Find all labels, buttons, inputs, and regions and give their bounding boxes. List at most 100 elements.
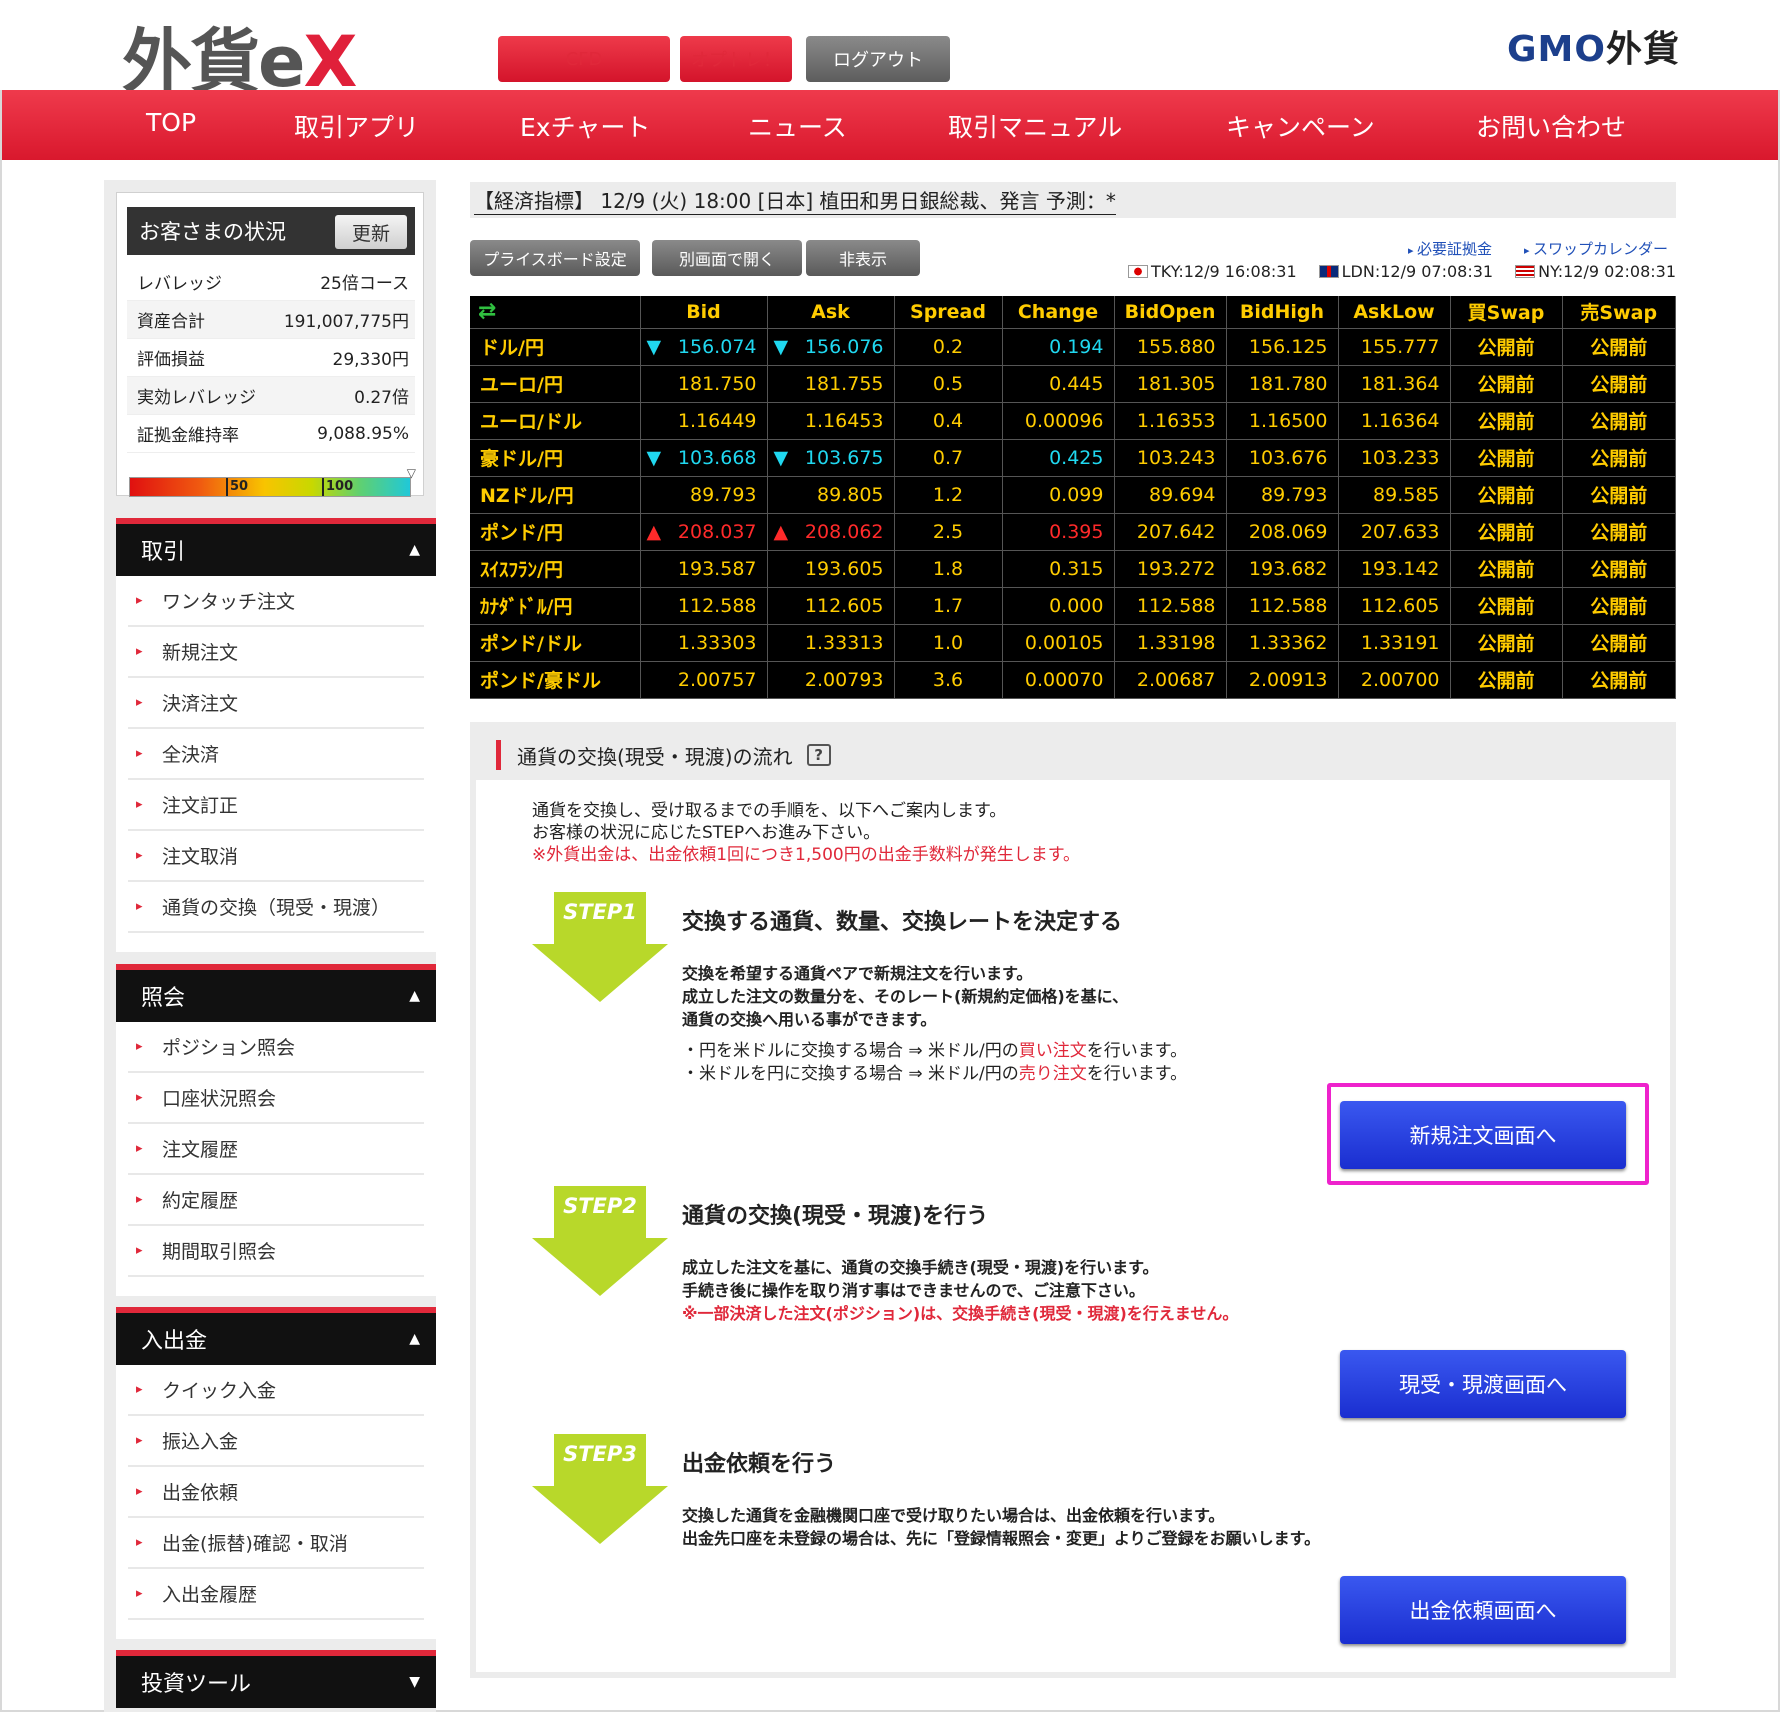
optore-button[interactable]: オプトレ！	[680, 36, 792, 82]
bidopen-cell: 1.33198	[1114, 624, 1227, 662]
logout-button[interactable]: ログアウト	[806, 36, 950, 82]
sidebar-item-currency-exchange[interactable]: 通貨の交換（現受・現渡）	[128, 882, 424, 933]
sidebar-item-withdrawal-confirm-cancel[interactable]: 出金(振替)確認・取消	[128, 1518, 424, 1569]
pair-name[interactable]: ドル/円	[470, 328, 641, 366]
buy-swap-cell: 公開前	[1450, 513, 1563, 551]
pair-name[interactable]: ユーロ/円	[470, 365, 641, 403]
nav-top[interactable]: TOP	[146, 108, 196, 137]
sidebar-section-inquiry[interactable]: 照会 ▲	[116, 964, 436, 1022]
sidebar-item-new-order[interactable]: 新規注文	[128, 627, 424, 678]
step1-title: 交換する通貨、数量、交換レートを決定する	[682, 910, 1123, 935]
hide-board-button[interactable]: 非表示	[806, 240, 920, 276]
sidebar-item-quick-deposit[interactable]: クイック入金	[128, 1365, 424, 1416]
bid-cell[interactable]: ▼ 156.074	[640, 328, 768, 366]
cfd-button[interactable]: CFD	[498, 36, 670, 82]
pair-name[interactable]: ｽｲｽﾌﾗﾝ/円	[470, 550, 641, 588]
bid-cell[interactable]: 1.33303	[640, 624, 768, 662]
sidebar-section-deposit-withdrawal[interactable]: 入出金 ▲	[116, 1307, 436, 1365]
bid-cell[interactable]: 1.16449	[640, 402, 768, 440]
sidebar-item-order-cancel[interactable]: 注文取消	[128, 831, 424, 882]
ask-cell[interactable]: 2.00793	[767, 661, 895, 699]
ask-cell[interactable]: 89.805	[767, 476, 895, 514]
buy-swap-cell: 公開前	[1450, 365, 1563, 403]
bid-cell[interactable]: ▼ 103.668	[640, 439, 768, 477]
price-row[interactable]: ドル/円 ▼ 156.074 ▼ 156.076 0.2 0.194 155.880 156.1…	[470, 328, 1676, 366]
sidebar-item-execution-history[interactable]: 約定履歴	[128, 1175, 424, 1226]
ask-cell[interactable]: 1.33313	[767, 624, 895, 662]
pair-name[interactable]: ユーロ/ドル	[470, 402, 641, 440]
pair-name[interactable]: ポンド/豪ドル	[470, 661, 641, 699]
genuke-genwatashi-screen-button[interactable]: 現受・現渡画面へ	[1340, 1350, 1626, 1418]
nav-campaign[interactable]: キャンペーン	[1226, 108, 1375, 144]
sidebar-item-account-status[interactable]: 口座状況照会	[128, 1073, 424, 1124]
spread-cell: 1.2	[894, 476, 1003, 514]
economic-indicator-ticker[interactable]: 【経済指標】 12/9 (火) 18:00 [日本] 植田和男日銀総裁、発言 予…	[470, 182, 1676, 218]
sidebar-item-withdrawal-request[interactable]: 出金依頼	[128, 1467, 424, 1518]
price-row[interactable]: ポンド/ドル 1.33303 1.33313 1.0 0.00105 1.33198 1.3…	[470, 624, 1676, 662]
ask-cell[interactable]: 1.16453	[767, 402, 895, 440]
pair-name[interactable]: ポンド/円	[470, 513, 641, 551]
stat-row-unrealized-pl: 評価損益 29,330円	[127, 339, 415, 377]
pair-name[interactable]: ポンド/ドル	[470, 624, 641, 662]
sidebar-section-investment-tools[interactable]: 投資ツール ▼	[116, 1650, 436, 1708]
sidebar-item-settlement-order[interactable]: 決済注文	[128, 678, 424, 729]
nav-trading-manual[interactable]: 取引マニュアル	[948, 108, 1122, 144]
price-row[interactable]: ユーロ/円 181.750 181.755 0.5 0.445 181.305 181.78…	[470, 365, 1676, 403]
withdrawal-request-screen-button[interactable]: 出金依頼画面へ	[1340, 1576, 1626, 1644]
sync-icon[interactable]: ⇄	[470, 296, 641, 329]
bidhigh-cell: 208.069	[1226, 513, 1339, 551]
refresh-button[interactable]: 更新	[335, 215, 407, 249]
price-row[interactable]: ユーロ/ドル 1.16449 1.16453 0.4 0.00096 1.16353 1.1…	[470, 402, 1676, 440]
nav-news[interactable]: ニュース	[748, 108, 847, 144]
price-change-arrow-icon: ▼	[646, 335, 662, 358]
required-margin-link[interactable]: 必要証拠金	[1408, 238, 1492, 259]
sidebar-item-settle-all[interactable]: 全決済	[128, 729, 424, 780]
bid-cell[interactable]: 2.00757	[640, 661, 768, 699]
sidebar-item-deposit-withdrawal-history[interactable]: 入出金履歴	[128, 1569, 424, 1620]
sidebar-item-one-touch-order[interactable]: ワンタッチ注文	[128, 576, 424, 627]
bidopen-cell: 181.305	[1114, 365, 1227, 403]
sell-swap-cell: 公開前	[1562, 587, 1676, 625]
sidebar-item-order-correction[interactable]: 注文訂正	[128, 780, 424, 831]
pair-name[interactable]: NZドル/円	[470, 476, 641, 514]
nav-ex-chart[interactable]: Exチャート	[520, 108, 650, 144]
bid-cell[interactable]: ▲ 208.037	[640, 513, 768, 551]
pair-name[interactable]: 豪ドル/円	[470, 439, 641, 477]
ask-cell[interactable]: 181.755	[767, 365, 895, 403]
step3-description: 交換した通貨を金融機関口座で受け取りたい場合は、出金依頼を行います。 出金先口座…	[682, 1506, 1321, 1548]
price-row[interactable]: ｶﾅﾀﾞﾄﾞﾙ/円 112.588 112.605 1.7 0.000 112.588 11…	[470, 587, 1676, 625]
price-row[interactable]: ｽｲｽﾌﾗﾝ/円 193.587 193.605 1.8 0.315 193.272 193…	[470, 550, 1676, 588]
price-board: ⇄ Bid Ask Spread Change BidOpen BidHigh …	[470, 296, 1676, 699]
ask-cell[interactable]: ▼ 103.675	[767, 439, 895, 477]
bid-cell[interactable]: 181.750	[640, 365, 768, 403]
sidebar-list-deposit-withdrawal: クイック入金 振込入金 出金依頼 出金(振替)確認・取消 入出金履歴	[116, 1365, 436, 1639]
sidebar-item-bank-transfer-deposit[interactable]: 振込入金	[128, 1416, 424, 1467]
ask-cell[interactable]: 193.605	[767, 550, 895, 588]
bid-cell[interactable]: 193.587	[640, 550, 768, 588]
price-board-settings-button[interactable]: プライスボード設定	[470, 240, 640, 276]
bidopen-cell: 155.880	[1114, 328, 1227, 366]
nav-contact[interactable]: お問い合わせ	[1476, 108, 1626, 144]
ask-cell[interactable]: 112.605	[767, 587, 895, 625]
sidebar-item-period-trade-inquiry[interactable]: 期間取引照会	[128, 1226, 424, 1277]
bid-cell[interactable]: 89.793	[640, 476, 768, 514]
step2-arrow-icon: STEP2	[532, 1186, 668, 1296]
open-new-window-button[interactable]: 別画面で開く	[652, 240, 802, 276]
price-row[interactable]: ポンド/円 ▲ 208.037 ▲ 208.062 2.5 0.395 207.642 208.…	[470, 513, 1676, 551]
ask-cell[interactable]: ▼ 156.076	[767, 328, 895, 366]
bid-cell[interactable]: 112.588	[640, 587, 768, 625]
sidebar-item-position-inquiry[interactable]: ポジション照会	[128, 1022, 424, 1073]
help-icon[interactable]: ?	[806, 744, 831, 766]
swap-calendar-link[interactable]: スワップカレンダー	[1524, 238, 1668, 259]
asklow-cell: 112.605	[1338, 587, 1451, 625]
pair-name[interactable]: ｶﾅﾀﾞﾄﾞﾙ/円	[470, 587, 641, 625]
sidebar-section-trading[interactable]: 取引 ▲	[116, 518, 436, 576]
price-row[interactable]: ポンド/豪ドル 2.00757 2.00793 3.6 0.00070 2.00687 2.…	[470, 661, 1676, 699]
price-row[interactable]: 豪ドル/円 ▼ 103.668 ▼ 103.675 0.7 0.425 103.243 103.…	[470, 439, 1676, 477]
ask-cell[interactable]: ▲ 208.062	[767, 513, 895, 551]
sidebar-item-order-history[interactable]: 注文履歴	[128, 1124, 424, 1175]
nav-trading-app[interactable]: 取引アプリ	[294, 108, 419, 144]
spread-cell: 0.2	[894, 328, 1003, 366]
price-row[interactable]: NZドル/円 89.793 89.805 1.2 0.099 89.694 89.793 89…	[470, 476, 1676, 514]
change-cell: 0.445	[1002, 365, 1115, 403]
